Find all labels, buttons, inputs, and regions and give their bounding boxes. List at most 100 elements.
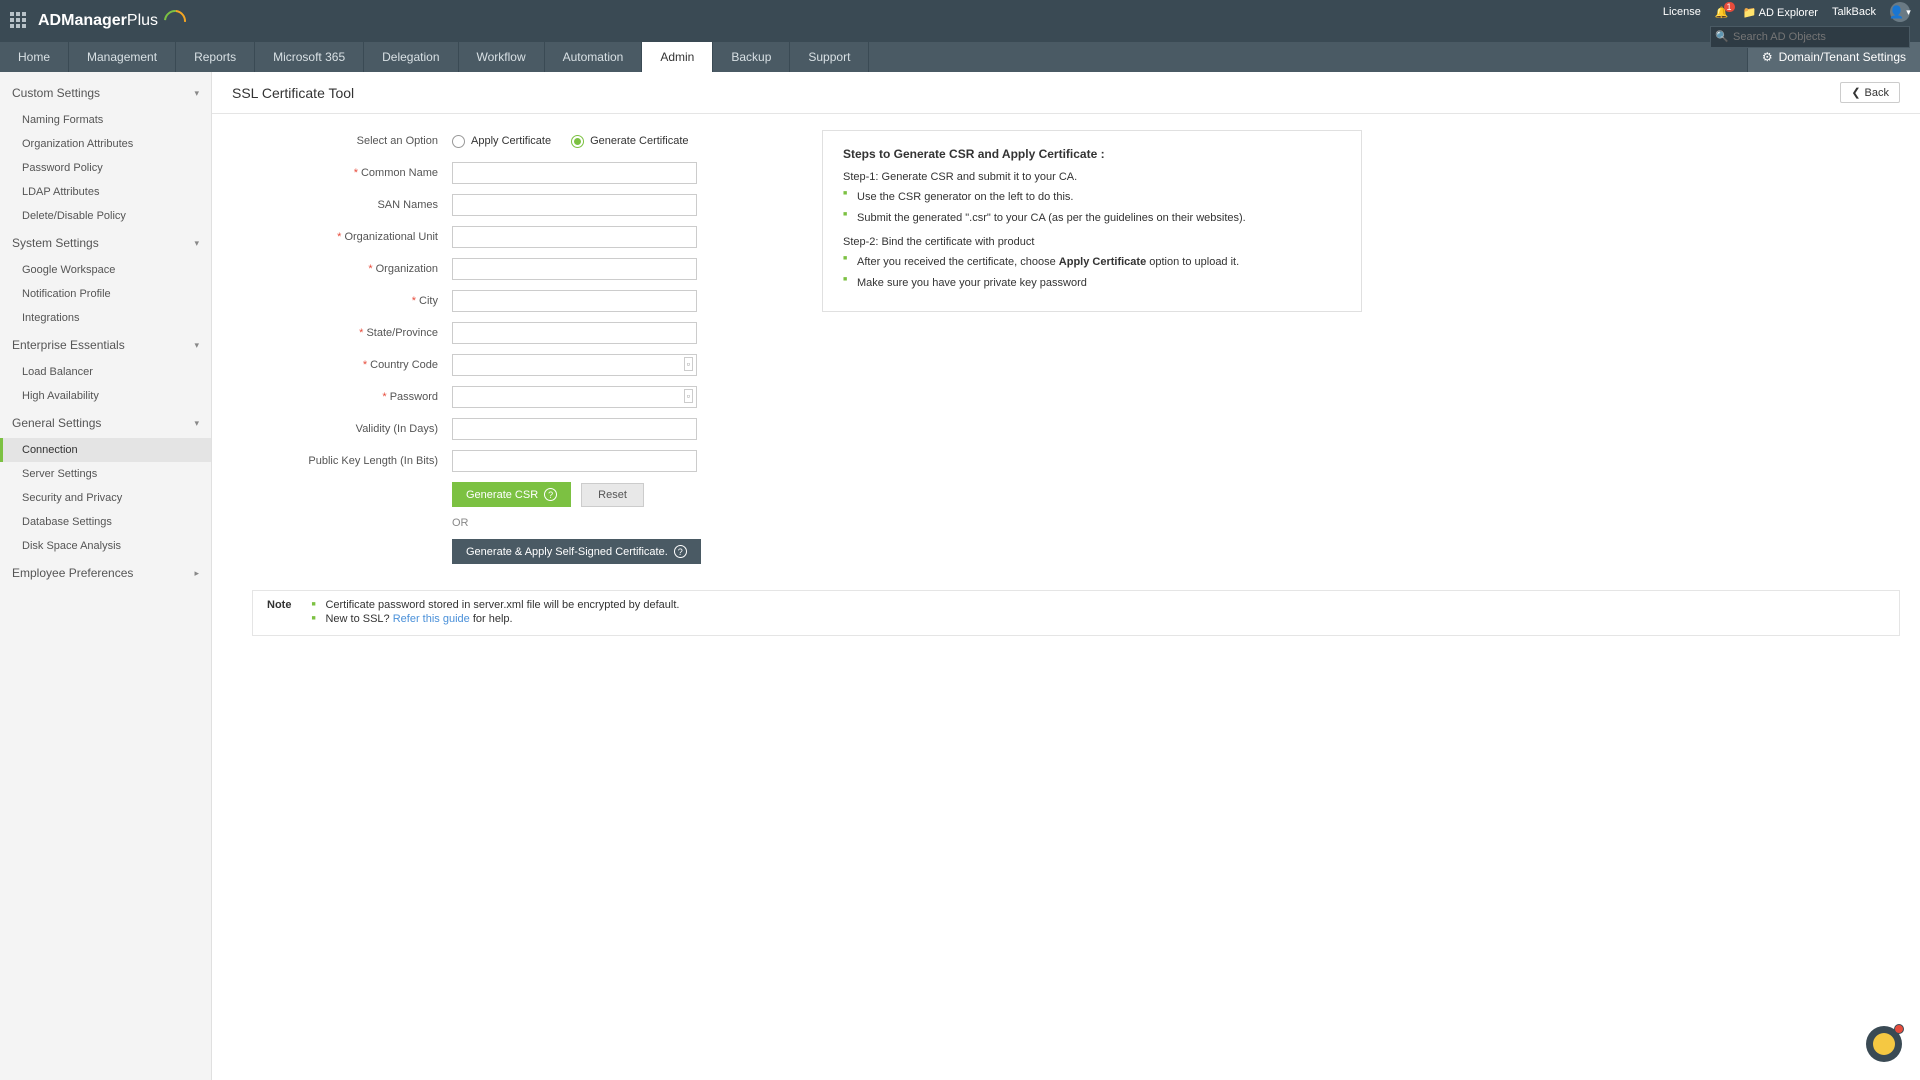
help-step1-item: Submit the generated ".csr" to your CA (… <box>843 210 1341 227</box>
sidebar-item-password-policy[interactable]: Password Policy <box>0 156 211 180</box>
chevron-icon: ▾ <box>194 88 199 99</box>
floating-help-badge[interactable] <box>1866 1026 1902 1062</box>
radio-group: Apply Certificate Generate Certificate <box>452 135 689 148</box>
help-icon: ? <box>674 545 687 558</box>
brand-arc-icon <box>160 6 191 37</box>
help-step2: Step-2: Bind the certificate with produc… <box>843 236 1341 248</box>
sidebar-item-database-settings[interactable]: Database Settings <box>0 510 211 534</box>
sidebar-section-system-settings[interactable]: System Settings▾ <box>0 228 211 258</box>
tab-delegation[interactable]: Delegation <box>364 42 458 72</box>
tab-reports[interactable]: Reports <box>176 42 255 72</box>
sidebar-section-custom-settings[interactable]: Custom Settings▾ <box>0 78 211 108</box>
tab-support[interactable]: Support <box>790 42 869 72</box>
sidebar-item-organization-attributes[interactable]: Organization Attributes <box>0 132 211 156</box>
form-column: Select an Option Apply Certificate Gener… <box>252 130 792 574</box>
sidebar-item-disk-space-analysis[interactable]: Disk Space Analysis <box>0 534 211 558</box>
note-item: Certificate password stored in server.xm… <box>311 599 679 611</box>
sidebar-section-enterprise-essentials[interactable]: Enterprise Essentials▾ <box>0 330 211 360</box>
bell-badge: 1 <box>1724 2 1735 12</box>
or-separator: OR <box>252 517 792 529</box>
tab-workflow[interactable]: Workflow <box>459 42 545 72</box>
talkback-link[interactable]: TalkBack <box>1832 6 1876 18</box>
tab-management[interactable]: Management <box>69 42 176 72</box>
content-header: SSL Certificate Tool ❮Back <box>212 72 1920 114</box>
note-bar: Note Certificate password stored in serv… <box>252 590 1900 636</box>
navbar: HomeManagementReportsMicrosoft 365Delega… <box>0 42 1920 72</box>
sidebar-item-ldap-attributes[interactable]: LDAP Attributes <box>0 180 211 204</box>
key-length-input[interactable] <box>452 450 697 472</box>
self-signed-button[interactable]: Generate & Apply Self-Signed Certificate… <box>452 539 701 564</box>
sidebar-section-general-settings[interactable]: General Settings▾ <box>0 408 211 438</box>
radio-apply-certificate[interactable]: Apply Certificate <box>452 135 551 148</box>
sidebar-item-naming-formats[interactable]: Naming Formats <box>0 108 211 132</box>
form-area: Select an Option Apply Certificate Gener… <box>212 114 1920 590</box>
app-grid-icon[interactable] <box>10 12 28 30</box>
option-row: Select an Option Apply Certificate Gener… <box>252 130 792 152</box>
sidebar-item-load-balancer[interactable]: Load Balancer <box>0 360 211 384</box>
chevron-left-icon: ❮ <box>1851 86 1860 99</box>
help-step2-item: After you received the certificate, choo… <box>843 254 1341 271</box>
sidebar-item-security-and-privacy[interactable]: Security and Privacy <box>0 486 211 510</box>
common-name-input[interactable] <box>452 162 697 184</box>
sidebar-item-delete-disable-policy[interactable]: Delete/Disable Policy <box>0 204 211 228</box>
chevron-icon: ▾ <box>194 238 199 249</box>
brand-part1: ADManager <box>38 12 127 30</box>
sidebar-item-connection[interactable]: Connection <box>0 438 211 462</box>
search-wrap: 🔍 <box>1710 26 1910 48</box>
sidebar-item-high-availability[interactable]: High Availability <box>0 384 211 408</box>
note-item: New to SSL? Refer this guide for help. <box>311 613 679 625</box>
password-toggle-icon[interactable]: ▫ <box>684 389 693 403</box>
tab-microsoft-365[interactable]: Microsoft 365 <box>255 42 364 72</box>
sidebar: Custom Settings▾Naming FormatsOrganizati… <box>0 72 212 1080</box>
organization-input[interactable] <box>452 258 697 280</box>
validity-input[interactable] <box>452 418 697 440</box>
note-label: Note <box>267 599 291 611</box>
help-panel: Steps to Generate CSR and Apply Certific… <box>822 130 1362 312</box>
tab-automation[interactable]: Automation <box>545 42 643 72</box>
chevron-icon: ▸ <box>194 568 199 579</box>
radio-icon-checked <box>571 135 584 148</box>
button-row: Generate CSR? Reset <box>252 482 792 507</box>
content: SSL Certificate Tool ❮Back Select an Opt… <box>212 72 1920 1080</box>
sidebar-item-notification-profile[interactable]: Notification Profile <box>0 282 211 306</box>
tab-home[interactable]: Home <box>0 42 69 72</box>
search-input[interactable] <box>1710 26 1910 48</box>
city-input[interactable] <box>452 290 697 312</box>
chevron-icon: ▾ <box>194 340 199 351</box>
user-menu[interactable]: 👤▾ <box>1890 2 1910 22</box>
option-label: Select an Option <box>252 135 452 147</box>
tab-admin[interactable]: Admin <box>642 42 713 72</box>
main: Custom Settings▾Naming FormatsOrganizati… <box>0 72 1920 1080</box>
state-input[interactable] <box>452 322 697 344</box>
ssl-guide-link[interactable]: Refer this guide <box>393 613 470 625</box>
country-picker-icon[interactable]: ▫ <box>684 357 693 371</box>
help-icon: ? <box>544 488 557 501</box>
sidebar-item-integrations[interactable]: Integrations <box>0 306 211 330</box>
gear-icon: ⚙ <box>1762 50 1773 64</box>
org-unit-input[interactable] <box>452 226 697 248</box>
generate-csr-button[interactable]: Generate CSR? <box>452 482 571 507</box>
license-link[interactable]: License <box>1663 6 1701 18</box>
brand-part2: Plus <box>127 12 158 30</box>
country-code-input[interactable] <box>452 354 697 376</box>
chevron-icon: ▾ <box>194 418 199 429</box>
folder-icon: 📁 <box>1743 7 1757 19</box>
radio-generate-certificate[interactable]: Generate Certificate <box>571 135 688 148</box>
sidebar-item-google-workspace[interactable]: Google Workspace <box>0 258 211 282</box>
back-button[interactable]: ❮Back <box>1840 82 1900 103</box>
radio-icon <box>452 135 465 148</box>
page-title: SSL Certificate Tool <box>232 85 354 101</box>
help-title: Steps to Generate CSR and Apply Certific… <box>843 147 1341 161</box>
reset-button[interactable]: Reset <box>581 483 644 507</box>
san-names-input[interactable] <box>452 194 697 216</box>
search-icon: 🔍 <box>1715 30 1729 43</box>
sidebar-section-employee-preferences[interactable]: Employee Preferences▸ <box>0 558 211 588</box>
password-input[interactable] <box>452 386 697 408</box>
topbar: ADManager Plus License 🔔 1 📁 AD Explorer… <box>0 0 1920 42</box>
tab-backup[interactable]: Backup <box>713 42 790 72</box>
ad-explorer-link[interactable]: 📁 AD Explorer <box>1743 6 1818 19</box>
notifications-bell[interactable]: 🔔 1 <box>1715 6 1729 19</box>
badge-inner-icon <box>1873 1033 1895 1055</box>
sidebar-item-server-settings[interactable]: Server Settings <box>0 462 211 486</box>
help-step1: Step-1: Generate CSR and submit it to yo… <box>843 171 1341 183</box>
